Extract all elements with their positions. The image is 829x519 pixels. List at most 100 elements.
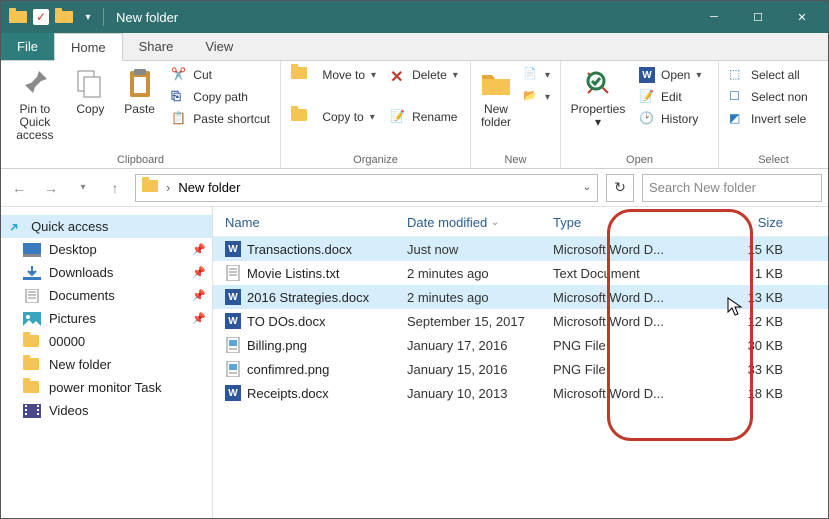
history-button[interactable]: 🕑History (635, 109, 705, 129)
paste-button[interactable]: Paste (118, 65, 161, 118)
tab-home[interactable]: Home (54, 33, 123, 61)
address-bar[interactable]: › New folder ⌄ (135, 174, 598, 202)
maximize-button[interactable]: ☐ (736, 1, 780, 33)
file-name: confimred.png (247, 362, 329, 377)
forward-button[interactable]: → (39, 176, 63, 200)
invert-selection-icon: ◩ (729, 111, 745, 127)
header-date[interactable]: Date modified ⌄ (407, 215, 553, 230)
tab-file[interactable]: File (1, 33, 54, 60)
group-organize: Move to Copy to ✕Delete 📝Rename Organize (281, 61, 471, 168)
group-select: ⬚Select all ☐Select non ◩Invert sele Sel… (719, 61, 828, 168)
file-row[interactable]: W2016 Strategies.docx2 minutes agoMicros… (213, 285, 828, 309)
rename-button[interactable]: 📝Rename (386, 107, 462, 127)
header-size[interactable]: Size (709, 215, 799, 230)
recent-dropdown[interactable]: ▾ (71, 176, 95, 200)
copy-to-icon (291, 109, 307, 125)
header-type[interactable]: Type (553, 215, 709, 230)
copy-to-button[interactable]: Copy to (287, 107, 380, 127)
paste-shortcut-button[interactable]: 📋Paste shortcut (167, 109, 274, 129)
invert-selection-button[interactable]: ◩Invert sele (725, 109, 812, 129)
file-size: 1 KB (709, 266, 799, 281)
copy-path-button[interactable]: ⎘Copy path (167, 87, 274, 107)
tab-view[interactable]: View (189, 33, 249, 60)
sidebar-item[interactable]: Pictures📌 (1, 307, 212, 330)
file-row[interactable]: WTransactions.docxJust nowMicrosoft Word… (213, 237, 828, 261)
pin-to-quick-access-button[interactable]: Pin to Quick access (7, 65, 63, 145)
history-icon: 🕑 (639, 111, 655, 127)
sidebar-item[interactable]: Desktop📌 (1, 238, 212, 261)
qat-dropdown[interactable]: ▾ (79, 12, 97, 23)
sidebar-item[interactable]: Documents📌 (1, 284, 212, 307)
new-folder-button[interactable]: New folder (477, 65, 515, 131)
window-title: New folder (116, 10, 178, 25)
group-label-select: Select (725, 152, 822, 166)
file-size: 15 KB (709, 242, 799, 257)
search-input[interactable]: Search New folder (642, 174, 822, 202)
easy-access-button[interactable]: 📂 (519, 87, 554, 107)
delete-button[interactable]: ✕Delete (386, 65, 462, 85)
sidebar-item[interactable]: 00000 (1, 330, 212, 353)
sidebar-item[interactable]: New folder (1, 353, 212, 376)
sort-indicator-icon: ⌄ (491, 217, 499, 228)
new-item-icon: 📄 (523, 67, 539, 83)
qat-checkbox[interactable]: ✓ (33, 9, 49, 25)
move-to-button[interactable]: Move to (287, 65, 380, 85)
sidebar-item-label: Pictures (49, 311, 96, 326)
pin-icon (19, 67, 51, 99)
word-icon: W (225, 289, 241, 305)
file-name: Movie Listins.txt (247, 266, 339, 281)
sidebar-item-label: Videos (49, 403, 89, 418)
file-row[interactable]: Billing.pngJanuary 17, 2016PNG File30 KB (213, 333, 828, 357)
word-icon: W (225, 241, 241, 257)
back-button[interactable]: ← (7, 176, 31, 200)
qat-folder-icon[interactable] (55, 11, 73, 23)
file-row[interactable]: WReceipts.docxJanuary 10, 2013Microsoft … (213, 381, 828, 405)
sidebar-item[interactable]: power monitor Task (1, 376, 212, 399)
group-label-clipboard: Clipboard (7, 152, 274, 166)
copy-button[interactable]: Copy (69, 65, 112, 118)
edit-button[interactable]: 📝Edit (635, 87, 705, 107)
group-label-organize: Organize (287, 152, 464, 166)
up-button[interactable]: ↑ (103, 176, 127, 200)
new-item-button[interactable]: 📄 (519, 65, 554, 85)
file-name: Transactions.docx (247, 242, 352, 257)
clipboard-small-buttons: ✂️Cut ⎘Copy path 📋Paste shortcut (167, 65, 274, 129)
close-button[interactable]: ✕ (780, 1, 824, 33)
download-icon (23, 266, 41, 280)
select-none-button[interactable]: ☐Select non (725, 87, 812, 107)
column-headers: Name Date modified ⌄ Type Size (213, 207, 828, 237)
address-folder-icon (142, 180, 158, 195)
select-all-button[interactable]: ⬚Select all (725, 65, 812, 85)
file-type: Microsoft Word D... (553, 386, 709, 401)
header-name[interactable]: Name (217, 215, 407, 230)
file-row[interactable]: confimred.pngJanuary 15, 2016PNG File33 … (213, 357, 828, 381)
picture-icon (23, 312, 41, 326)
sidebar-item[interactable]: Downloads📌 (1, 261, 212, 284)
properties-button[interactable]: Properties ▾ (567, 65, 629, 131)
file-size: 18 KB (709, 386, 799, 401)
video-icon (23, 404, 41, 418)
paste-icon (124, 67, 156, 99)
sidebar-item[interactable]: Videos (1, 399, 212, 422)
breadcrumb-folder[interactable]: New folder (178, 180, 240, 195)
folder-icon (23, 335, 41, 349)
refresh-button[interactable]: ↻ (606, 174, 634, 202)
cut-button[interactable]: ✂️Cut (167, 65, 274, 85)
file-date: Just now (407, 242, 553, 257)
file-row[interactable]: Movie Listins.txt2 minutes agoText Docum… (213, 261, 828, 285)
desktop-icon (23, 243, 41, 257)
rename-icon: 📝 (390, 109, 406, 125)
tab-share[interactable]: Share (123, 33, 190, 60)
sidebar-quick-access[interactable]: Quick access (1, 215, 212, 238)
file-date: January 10, 2013 (407, 386, 553, 401)
group-open: Properties ▾ WOpen 📝Edit 🕑History Open (561, 61, 719, 168)
open-button[interactable]: WOpen (635, 65, 705, 85)
minimize-button[interactable]: ─ (692, 1, 736, 33)
address-dropdown[interactable]: ⌄ (583, 182, 591, 193)
file-row[interactable]: WTO DOs.docxSeptember 15, 2017Microsoft … (213, 309, 828, 333)
word-icon: W (225, 385, 241, 401)
navigation-pane: Quick access Desktop📌Downloads📌Documents… (1, 207, 213, 518)
word-app-icon: W (639, 67, 655, 83)
ribbon-tabs: File Home Share View (1, 33, 828, 61)
folder-icon (23, 358, 41, 372)
